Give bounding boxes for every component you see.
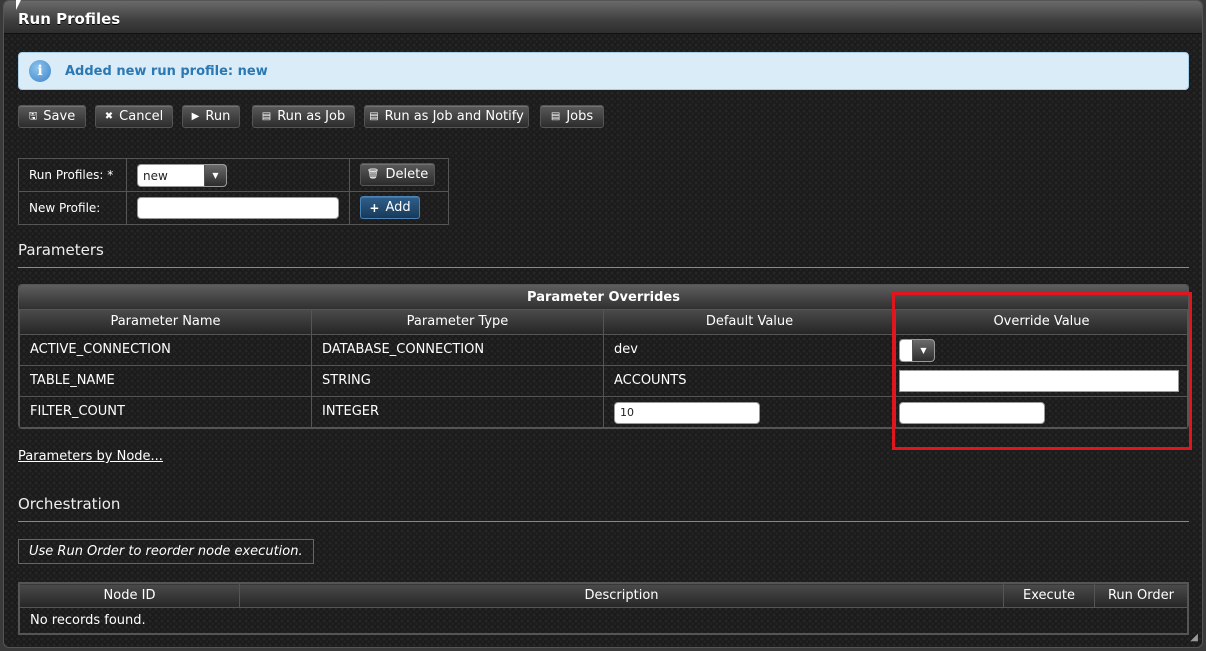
column-header: Parameter Type: [311, 310, 604, 335]
table-row: TABLE_NAME STRING ACCOUNTS: [19, 364, 1188, 397]
list-icon: ▤: [261, 110, 272, 122]
mouse-cursor-icon: [16, 0, 28, 10]
table-row: No records found.: [19, 607, 1188, 634]
orchestration-table: Node ID Description Execute Run Order No…: [18, 582, 1189, 635]
parameter-type: STRING: [311, 364, 604, 397]
column-header[interactable]: Node ID: [19, 583, 240, 608]
parameter-name: FILTER_COUNT: [19, 395, 312, 428]
column-header: Override Value: [895, 310, 1188, 335]
trash-icon: 🗑: [366, 168, 380, 180]
run-as-job-and-notify-button[interactable]: ▤ Run as Job and Notify: [364, 105, 529, 128]
chevron-down-icon[interactable]: ▼: [204, 165, 226, 186]
table-caption: Parameter Overrides: [19, 285, 1188, 310]
chevron-down-icon[interactable]: ▼: [912, 339, 934, 361]
parameter-type: DATABASE_CONNECTION: [311, 333, 604, 366]
table-name-override-input[interactable]: [899, 369, 1179, 392]
resize-grip-icon[interactable]: ◢: [1190, 632, 1198, 643]
run-order-note: Use Run Order to reorder node execution.: [18, 539, 314, 564]
info-icon: i: [29, 60, 51, 82]
profile-form: Run Profiles: * new ▼ 🗑 Delete New Profi…: [18, 158, 449, 225]
default-value: ACCOUNTS: [603, 364, 896, 397]
column-header[interactable]: Execute: [1003, 583, 1095, 608]
divider: [18, 521, 1189, 522]
parameter-name: ACTIVE_CONNECTION: [19, 333, 312, 366]
column-header[interactable]: Description: [239, 583, 1004, 608]
new-profile-label: New Profile:: [18, 191, 127, 225]
column-header[interactable]: Run Order: [1094, 583, 1188, 608]
save-icon: 🖫: [28, 110, 38, 122]
parameter-name: TABLE_NAME: [19, 364, 312, 397]
run-profiles-dialog: Run Profiles i Added new run profile: ne…: [3, 0, 1203, 648]
play-icon: ▶: [191, 110, 200, 122]
info-message-text: Added new run profile: new: [65, 63, 268, 79]
parameters-by-node-link[interactable]: Parameters by Node...: [18, 449, 163, 464]
empty-message: No records found.: [19, 607, 1188, 634]
list-icon: ▤: [369, 110, 379, 122]
table-row: ACTIVE_CONNECTION DATABASE_CONNECTION de…: [19, 333, 1188, 366]
orchestration-heading: Orchestration: [18, 495, 121, 513]
info-message: i Added new run profile: new: [18, 52, 1189, 90]
filter-count-override-input[interactable]: [899, 401, 1045, 424]
delete-button[interactable]: 🗑 Delete: [360, 163, 435, 186]
add-button[interactable]: + Add: [360, 196, 420, 219]
run-button[interactable]: ▶ Run: [182, 105, 240, 128]
list-icon: ▤: [550, 110, 561, 122]
column-header: Default Value: [603, 310, 896, 335]
parameter-overrides-table: Parameter Overrides Parameter Name Param…: [18, 284, 1189, 429]
parameters-heading: Parameters: [18, 241, 104, 259]
column-header: Parameter Name: [19, 310, 312, 335]
table-row: FILTER_COUNT INTEGER 10: [19, 395, 1188, 428]
run-profiles-select[interactable]: new ▼: [137, 164, 227, 187]
jobs-button[interactable]: ▤ Jobs: [540, 105, 604, 128]
dialog-title: Run Profiles: [18, 10, 121, 28]
divider: [18, 267, 1189, 268]
run-profiles-label: Run Profiles: *: [18, 158, 127, 192]
run-as-job-button[interactable]: ▤ Run as Job: [252, 105, 355, 128]
connection-override-select[interactable]: ▼: [899, 338, 935, 362]
default-value: dev: [603, 333, 896, 366]
plus-icon: +: [369, 200, 380, 215]
dialog-titlebar[interactable]: Run Profiles: [4, 1, 1202, 34]
parameter-type: INTEGER: [311, 395, 604, 428]
cancel-button[interactable]: ✖ Cancel: [95, 105, 173, 128]
filter-count-default-input[interactable]: 10: [614, 401, 760, 424]
new-profile-input[interactable]: [137, 197, 339, 219]
save-button[interactable]: 🖫 Save: [18, 105, 86, 128]
close-icon: ✖: [104, 110, 114, 122]
